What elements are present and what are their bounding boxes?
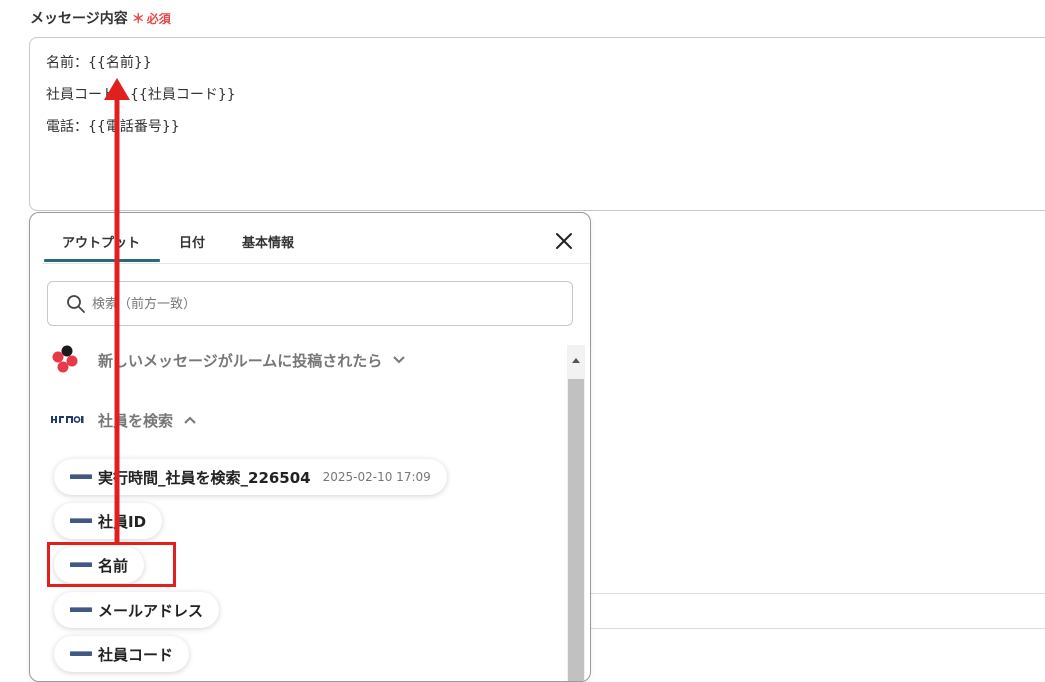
chevron-down-icon bbox=[392, 351, 406, 369]
close-icon[interactable] bbox=[554, 231, 574, 251]
output-item-employee-code[interactable]: 社員コード bbox=[54, 636, 190, 672]
search-input[interactable] bbox=[90, 282, 564, 327]
output-item-label: 社員コード bbox=[98, 645, 174, 664]
required-text: 必須 bbox=[146, 12, 171, 26]
hrmos-logo-icon bbox=[70, 606, 92, 614]
search-icon bbox=[66, 294, 86, 318]
tab-basic-info[interactable]: 基本情報 bbox=[242, 232, 294, 251]
hrmos-logo-icon bbox=[70, 473, 92, 481]
hrmos-logo-icon bbox=[70, 517, 92, 525]
background-divider bbox=[590, 593, 1045, 594]
message-line: 名前：{{名前}} bbox=[46, 55, 152, 71]
tab-date[interactable]: 日付 bbox=[179, 232, 205, 251]
background-divider bbox=[590, 628, 1045, 629]
message-line: 電話：{{電話番号}} bbox=[46, 119, 180, 135]
scroll-up-icon[interactable] bbox=[571, 349, 581, 368]
field-label: メッセージ内容＊必須 bbox=[30, 8, 171, 28]
field-label-text: メッセージ内容 bbox=[30, 11, 128, 27]
required-star: ＊ bbox=[131, 12, 145, 27]
chevron-up-icon bbox=[183, 411, 197, 429]
output-item-date: 2025-02-10 17:09 bbox=[322, 470, 431, 484]
chatwork-logo-icon bbox=[50, 345, 84, 375]
scrollbar-thumb[interactable] bbox=[568, 379, 584, 681]
output-item-label: メールアドレス bbox=[98, 601, 204, 620]
annotation-arrow-icon bbox=[104, 78, 130, 542]
message-line: 社員コード：{{社員コード}} bbox=[46, 87, 236, 103]
scrollbar[interactable] bbox=[567, 345, 585, 681]
section-title: 新しいメッセージがルームに投稿されたら bbox=[98, 351, 383, 370]
output-item-email[interactable]: メールアドレス bbox=[54, 592, 220, 628]
hrmos-logo-icon bbox=[70, 650, 92, 658]
message-textarea[interactable]: 名前：{{名前}} 社員コード：{{社員コード}} 電話：{{電話番号}} bbox=[29, 37, 1045, 211]
hrmos-logo-icon bbox=[50, 414, 84, 426]
